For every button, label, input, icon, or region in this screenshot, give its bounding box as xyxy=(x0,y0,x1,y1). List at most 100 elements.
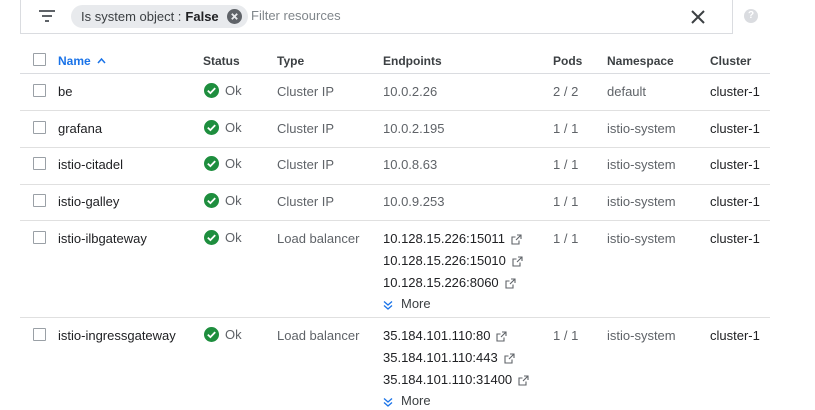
open-in-new-icon[interactable] xyxy=(512,255,523,267)
cluster-cell: cluster-1 xyxy=(710,328,760,343)
cluster-cell: cluster-1 xyxy=(710,194,760,209)
endpoint-link[interactable]: 35.184.101.110:80 xyxy=(383,324,529,346)
endpoint-link[interactable]: 10.128.15.226:8060 xyxy=(383,271,523,293)
filter-input[interactable] xyxy=(251,8,551,23)
status-text: Ok xyxy=(225,156,242,171)
expand-more-icon xyxy=(383,395,393,407)
namespace-cell: istio-system xyxy=(607,194,676,209)
open-in-new-icon[interactable] xyxy=(504,352,515,364)
pods-cell: 1 / 1 xyxy=(553,194,579,209)
endpoint-link[interactable]: 35.184.101.110:31400 xyxy=(383,368,529,390)
status-cell: Ok xyxy=(204,120,242,135)
pods-cell: 1 / 1 xyxy=(553,328,579,343)
service-name-link[interactable]: grafana xyxy=(58,121,102,136)
endpoints-cell: 35.184.101.110:80 35.184.101.110:443 35.18… xyxy=(383,324,529,410)
column-header-endpoints[interactable]: Endpoints xyxy=(383,54,442,68)
more-endpoints-button[interactable]: More xyxy=(383,293,523,313)
select-all-checkbox[interactable] xyxy=(33,53,46,66)
pods-cell: 1 / 1 xyxy=(553,157,579,172)
clear-filter-icon[interactable] xyxy=(689,8,707,26)
column-header-status[interactable]: Status xyxy=(203,54,240,68)
check-circle-icon xyxy=(204,156,219,171)
check-circle-icon xyxy=(204,193,219,208)
type-cell: Cluster IP xyxy=(277,157,335,172)
namespace-cell: istio-system xyxy=(607,328,676,343)
pods-cell: 1 / 1 xyxy=(553,121,579,136)
check-circle-icon xyxy=(204,120,219,135)
type-cell: Cluster IP xyxy=(277,84,335,99)
sort-ascending-icon xyxy=(97,57,106,64)
row-checkbox[interactable] xyxy=(33,84,46,97)
row-checkbox[interactable] xyxy=(33,231,46,244)
column-header-namespace[interactable]: Namespace xyxy=(607,54,674,68)
row-checkbox[interactable] xyxy=(33,121,46,134)
more-endpoints-button[interactable]: More xyxy=(383,390,529,410)
endpoints-cell: 10.0.8.63 xyxy=(383,157,437,172)
check-circle-icon xyxy=(204,230,219,245)
row-divider xyxy=(20,184,770,185)
endpoint-text: 10.0.2.26 xyxy=(383,84,438,99)
column-header-type[interactable]: Type xyxy=(277,54,304,68)
endpoints-cell: 10.128.15.226:15011 10.128.15.226:15010 10… xyxy=(383,227,523,313)
namespace-cell: istio-system xyxy=(607,231,676,246)
type-cell: Cluster IP xyxy=(277,121,335,136)
row-divider xyxy=(20,110,770,111)
service-name-link[interactable]: istio-ilbgateway xyxy=(58,231,147,246)
type-cell: Cluster IP xyxy=(277,194,335,209)
row-divider xyxy=(20,147,770,148)
endpoint-text: 10.0.8.63 xyxy=(383,157,438,172)
endpoints-cell: 10.0.2.195 xyxy=(383,121,444,136)
cluster-cell: cluster-1 xyxy=(710,84,760,99)
row-checkbox[interactable] xyxy=(33,194,46,207)
filter-list-icon[interactable] xyxy=(39,9,55,23)
service-name-link[interactable]: istio-ingressgateway xyxy=(58,328,176,343)
pods-cell: 1 / 1 xyxy=(553,231,579,246)
expand-more-icon xyxy=(383,298,393,310)
endpoints-cell: 10.0.9.253 xyxy=(383,194,444,209)
pods-cell: 2 / 2 xyxy=(553,84,579,99)
status-text: Ok xyxy=(225,120,242,135)
open-in-new-icon[interactable] xyxy=(511,233,522,245)
row-checkbox[interactable] xyxy=(33,157,46,170)
status-text: Ok xyxy=(225,193,242,208)
type-cell: Load balancer xyxy=(277,231,360,246)
endpoint-text: 10.0.9.253 xyxy=(383,194,445,209)
cluster-cell: cluster-1 xyxy=(710,157,760,172)
column-header-pods[interactable]: Pods xyxy=(553,54,582,68)
status-cell: Ok xyxy=(204,327,242,342)
namespace-cell: istio-system xyxy=(607,121,676,136)
filter-chip-key: Is system object : xyxy=(81,9,182,24)
status-text: Ok xyxy=(225,83,242,98)
filter-chip-value: False xyxy=(185,9,219,24)
endpoint-link[interactable]: 10.128.15.226:15011 xyxy=(383,227,523,249)
check-circle-icon xyxy=(204,83,219,98)
service-name-link[interactable]: be xyxy=(58,84,72,99)
header-divider xyxy=(20,73,770,74)
chip-remove-icon[interactable] xyxy=(226,9,242,24)
cluster-cell: cluster-1 xyxy=(710,231,760,246)
namespace-cell: istio-system xyxy=(607,157,676,172)
namespace-cell: default xyxy=(607,84,647,99)
column-header-cluster[interactable]: Cluster xyxy=(710,54,751,68)
type-cell: Load balancer xyxy=(277,328,360,343)
filter-chip[interactable]: Is system object : False xyxy=(71,5,248,28)
row-checkbox[interactable] xyxy=(33,328,46,341)
open-in-new-icon[interactable] xyxy=(505,277,516,289)
status-cell: Ok xyxy=(204,156,242,171)
column-header-name[interactable]: Name xyxy=(58,54,106,68)
endpoint-link[interactable]: 35.184.101.110:443 xyxy=(383,346,529,368)
open-in-new-icon[interactable] xyxy=(496,330,508,342)
open-in-new-icon[interactable] xyxy=(518,374,529,386)
endpoint-link[interactable]: 10.128.15.226:15010 xyxy=(383,249,523,271)
status-text: Ok xyxy=(225,230,242,245)
service-name-link[interactable]: istio-citadel xyxy=(58,157,123,172)
status-cell: Ok xyxy=(204,230,242,245)
endpoint-text: 10.0.2.195 xyxy=(383,121,445,136)
row-divider xyxy=(20,220,770,221)
endpoints-cell: 10.0.2.26 xyxy=(383,84,437,99)
service-name-link[interactable]: istio-galley xyxy=(58,194,119,209)
status-text: Ok xyxy=(225,327,242,342)
cluster-cell: cluster-1 xyxy=(710,121,760,136)
help-icon[interactable]: ? xyxy=(744,9,758,23)
status-cell: Ok xyxy=(204,193,242,208)
